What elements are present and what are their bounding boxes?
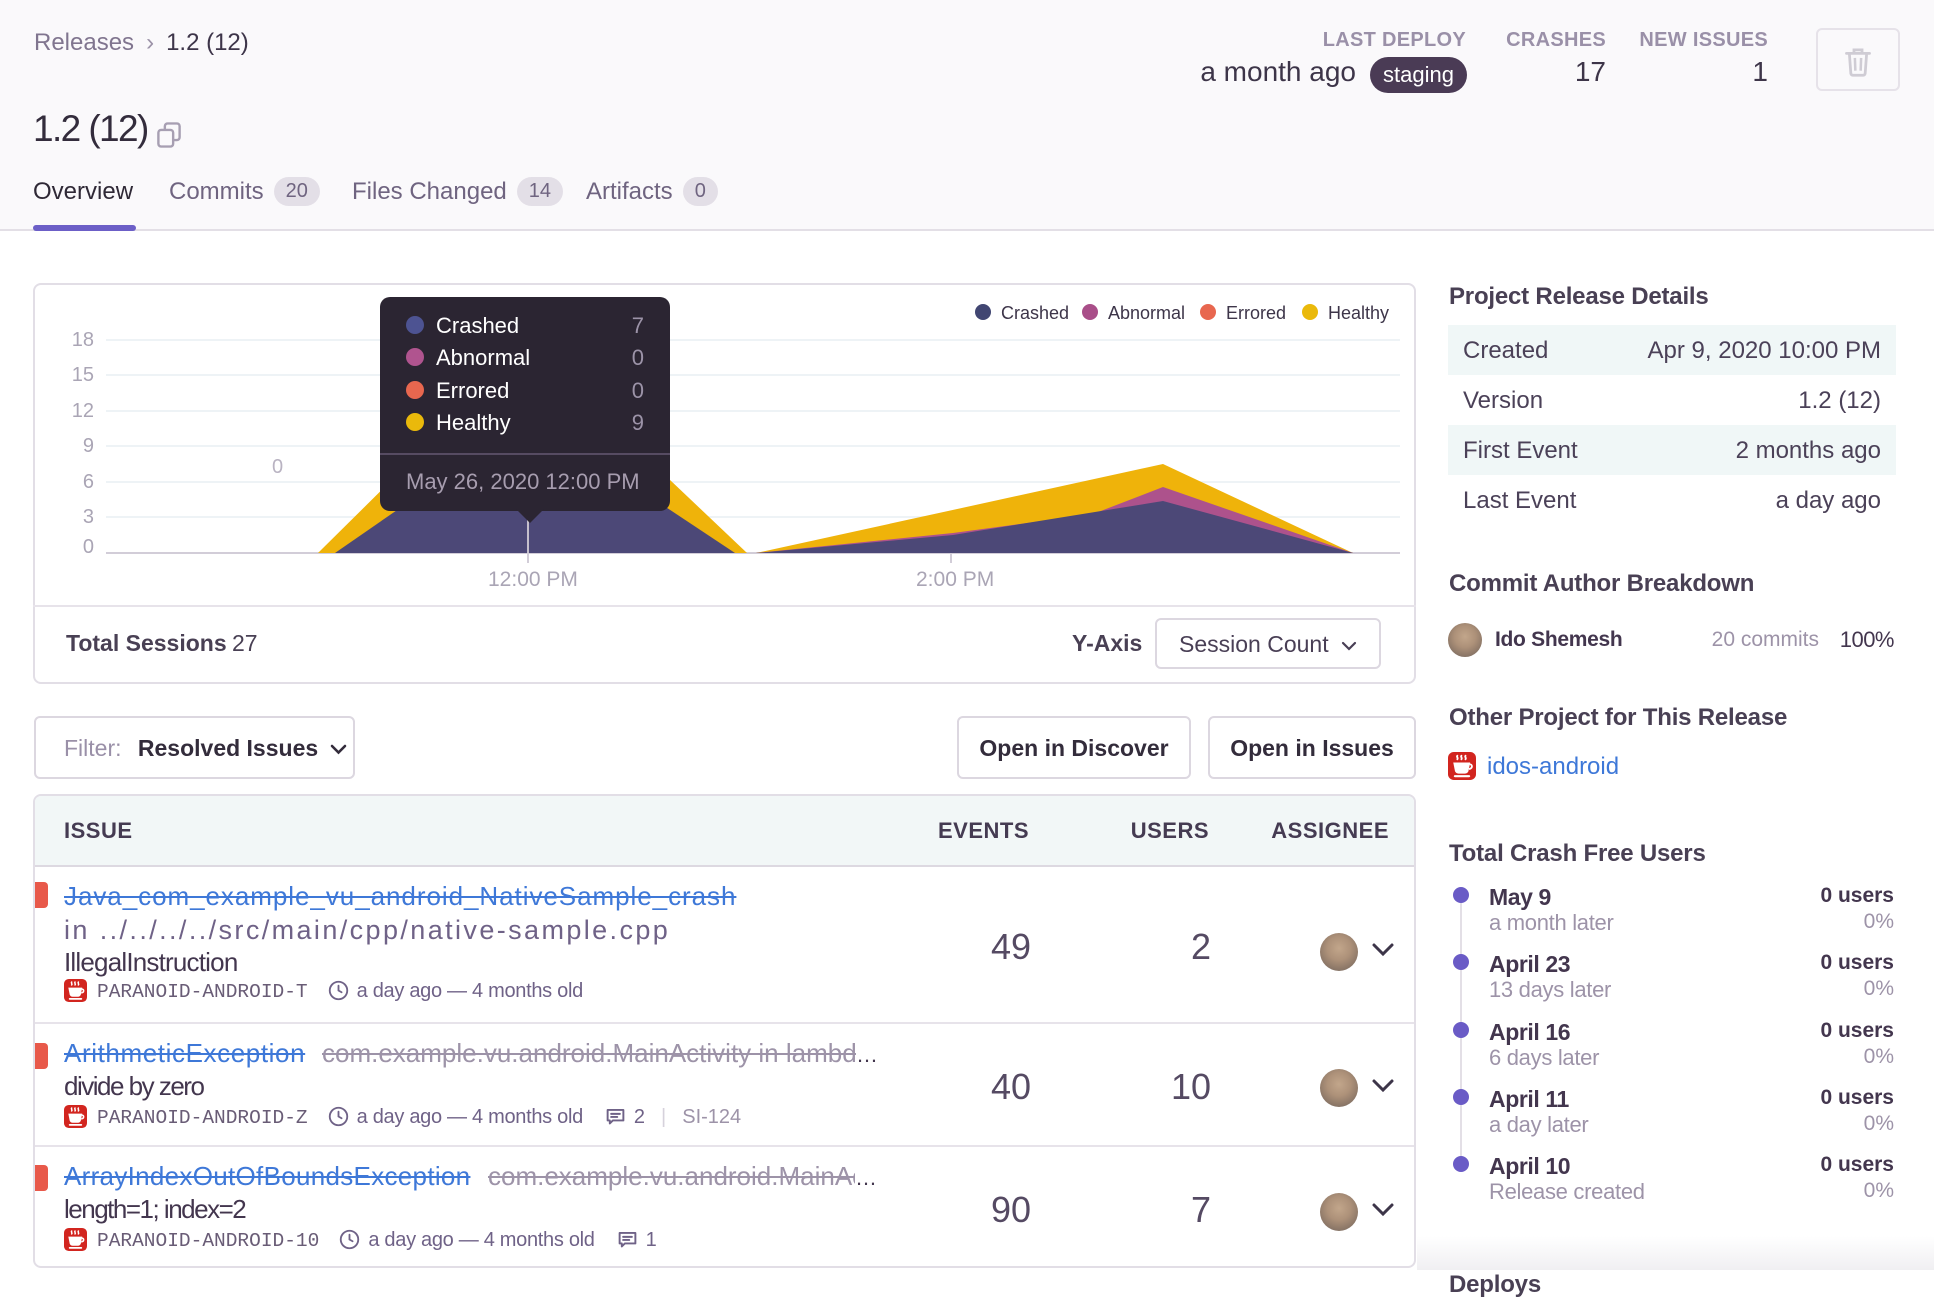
svg-text:0: 0 xyxy=(272,456,283,478)
